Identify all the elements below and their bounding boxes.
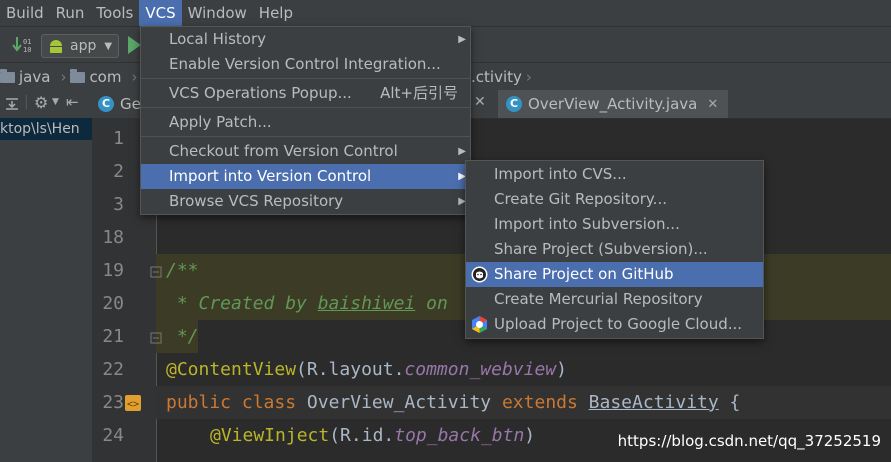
fold-icon[interactable] <box>150 266 162 278</box>
tab-left-file[interactable]: C Ge <box>98 90 142 118</box>
watermark-text: https://blog.csdn.net/qq_37252519 <box>617 432 881 450</box>
line-number: 2 <box>113 161 124 182</box>
vcs-menu: Local History ▶ Enable Version Control In… <box>140 26 471 215</box>
line-number: 24 <box>102 425 124 446</box>
hide-panel-icon[interactable]: ⇤ <box>66 93 79 111</box>
code-line-20[interactable]: * Created by baishiwei on <box>166 293 459 314</box>
breadcrumb-separator: › <box>525 68 532 86</box>
gear-icon[interactable]: ⚙ <box>34 93 48 112</box>
github-icon <box>471 266 488 283</box>
tab-overview-activity[interactable]: C OverView_Activity.java ✕ <box>498 90 728 118</box>
menu-separator <box>141 78 470 79</box>
menu-item-checkout[interactable]: Checkout from Version Control ▶ <box>141 139 470 164</box>
menu-item-create-mercurial[interactable]: Create Mercurial Repository <box>466 287 763 312</box>
menu-item-create-git-repo[interactable]: Create Git Repository... <box>466 187 763 212</box>
menu-item-import-cvs[interactable]: Import into CVS... <box>466 162 763 187</box>
svg-text:10: 10 <box>23 46 31 54</box>
line-number: 19 <box>102 260 124 281</box>
menu-item-local-history[interactable]: Local History ▶ <box>141 27 470 52</box>
menu-tools[interactable]: Tools <box>90 0 139 26</box>
run-configuration-label: app <box>70 38 97 54</box>
code-line-23[interactable]: public class OverView_Activity extends B… <box>166 392 740 413</box>
menu-separator <box>141 107 470 108</box>
project-tree-selected-item[interactable]: ktop\ls\Hen <box>0 118 92 140</box>
folder-icon <box>0 68 15 83</box>
menu-item-import-subversion[interactable]: Import into Subversion... <box>466 212 763 237</box>
folder-icon <box>70 68 86 83</box>
code-line-24[interactable]: @ViewInject(R.id.top_back_btn) <box>210 425 535 446</box>
menu-run[interactable]: Run <box>50 0 91 26</box>
breadcrumb-item-activity[interactable]: ...ctivity › <box>461 68 541 86</box>
breadcrumb-separator: › <box>131 68 138 86</box>
collapse-all-icon[interactable] <box>4 96 20 112</box>
svg-text:01: 01 <box>23 38 31 46</box>
close-tab-icon[interactable]: ✕ <box>474 94 486 110</box>
project-panel <box>0 118 92 462</box>
menu-item-share-subversion[interactable]: Share Project (Subversion)... <box>466 237 763 262</box>
svg-text:<>: <> <box>127 399 139 410</box>
line-number: 3 <box>113 194 124 215</box>
menu-item-upload-google-cloud[interactable]: Upload Project to Google Cloud... <box>466 312 763 337</box>
menu-item-vcs-operations-popup[interactable]: VCS Operations Popup... Alt+后引号 <box>141 81 470 106</box>
menu-item-enable-vcs[interactable]: Enable Version Control Integration... <box>141 52 470 77</box>
shortcut-label: Alt+后引号 <box>380 84 458 102</box>
line-number: 23 <box>102 392 124 413</box>
menu-help[interactable]: Help <box>253 0 299 26</box>
breadcrumb-item-com[interactable]: com <box>70 68 127 86</box>
chevron-down-icon[interactable]: ▼ <box>52 97 59 107</box>
layout-file-icon[interactable]: <> <box>124 394 142 412</box>
java-class-icon: C <box>98 96 114 112</box>
menu-item-browse-vcs[interactable]: Browse VCS Repository ▶ <box>141 189 470 214</box>
close-tab-icon[interactable]: ✕ <box>707 97 718 112</box>
menu-item-apply-patch[interactable]: Apply Patch... <box>141 110 470 135</box>
menu-build[interactable]: Build <box>0 0 50 26</box>
menu-separator <box>141 136 470 137</box>
code-line-22[interactable]: @ContentView(R.layout.common_webview) <box>166 359 567 380</box>
code-line-19[interactable]: /** <box>166 260 199 281</box>
breadcrumb-separator: › <box>60 68 67 86</box>
run-configuration-select[interactable]: app ▼ <box>41 34 119 58</box>
menu-item-import-into-vcs[interactable]: Import into Version Control ▶ <box>141 164 470 189</box>
chevron-down-icon: ▼ <box>104 40 113 52</box>
menu-bar: Build Run Tools VCS Window Help <box>0 0 891 26</box>
fold-icon[interactable] <box>150 332 162 344</box>
line-number: 22 <box>102 359 124 380</box>
menu-vcs[interactable]: VCS <box>139 0 182 26</box>
android-icon <box>50 40 62 53</box>
menu-window[interactable]: Window <box>182 0 253 26</box>
toolbar-divider: | <box>24 94 29 110</box>
line-number: 20 <box>102 293 124 314</box>
line-number: 21 <box>102 326 124 347</box>
code-line-21[interactable]: */ <box>166 326 199 347</box>
breadcrumb-item-java[interactable]: java <box>0 68 56 86</box>
import-submenu: Import into CVS... Create Git Repository… <box>465 160 764 339</box>
vcs-update-icon[interactable]: 01 10 <box>12 35 36 55</box>
chevron-right-icon: ▶ <box>458 34 466 45</box>
line-number: 18 <box>102 227 124 248</box>
line-number: 1 <box>113 128 124 149</box>
menu-item-share-github[interactable]: Share Project on GitHub <box>466 262 763 287</box>
java-class-icon: C <box>506 96 522 112</box>
google-cloud-icon <box>472 316 487 333</box>
